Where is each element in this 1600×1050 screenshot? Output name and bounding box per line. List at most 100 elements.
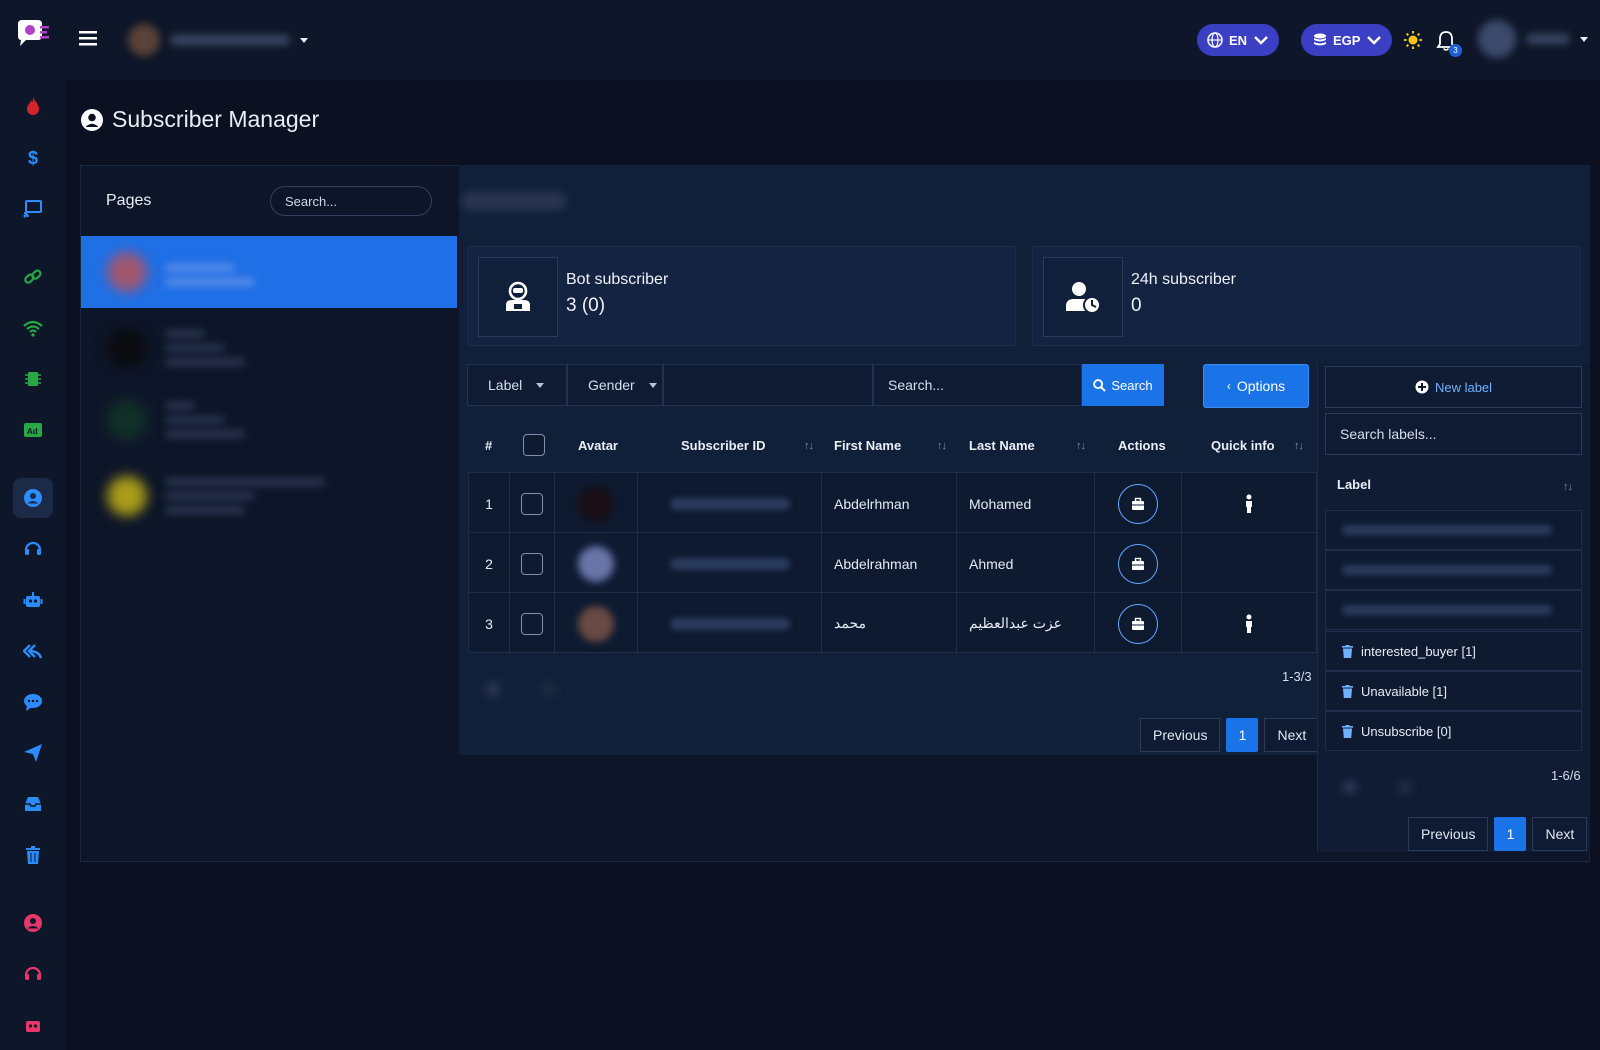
gender-filter-select[interactable]: Gender	[567, 364, 663, 406]
briefcase-button[interactable]	[1118, 543, 1158, 584]
trash-icon[interactable]	[1342, 684, 1353, 698]
label-column-header[interactable]: Label	[1337, 477, 1371, 492]
trash-icon[interactable]	[1342, 724, 1353, 738]
language-selector[interactable]: EN	[1197, 24, 1280, 56]
chevron-down-icon	[1367, 36, 1382, 45]
reply-all-icon[interactable]	[13, 631, 53, 671]
briefcase-button[interactable]	[1118, 603, 1158, 644]
label-item[interactable]	[1325, 590, 1582, 630]
page-name	[165, 478, 325, 486]
link-icon[interactable]	[13, 257, 53, 297]
wifi-icon[interactable]	[13, 308, 53, 348]
support-headset-icon[interactable]	[13, 954, 53, 994]
headset-icon[interactable]	[13, 529, 53, 569]
subscriber-search-input[interactable]	[873, 364, 1082, 406]
ad-icon[interactable]: Ad	[13, 410, 53, 450]
date-range-input[interactable]	[663, 364, 873, 406]
app-logo[interactable]	[14, 18, 52, 57]
label-item[interactable]	[1325, 510, 1582, 550]
gender-filter-text: Gender	[588, 377, 635, 393]
label-item[interactable]: Unavailable [1]	[1325, 671, 1582, 711]
svg-text:Ad: Ad	[27, 427, 38, 436]
pages-search-input[interactable]	[270, 186, 432, 216]
sort-icon[interactable]: ↑↓	[1076, 440, 1086, 452]
page-1-button[interactable]: 1	[1226, 718, 1259, 752]
cast-icon[interactable]	[13, 188, 53, 228]
col-quick-info[interactable]: Quick info	[1211, 420, 1275, 470]
page-meta	[165, 506, 245, 514]
robot-icon[interactable]	[13, 580, 53, 620]
comment-icon[interactable]	[13, 682, 53, 722]
table-row[interactable]: 3 محمد عزت عبدالعظيم	[468, 592, 1317, 654]
avatar	[578, 605, 614, 642]
label-filter-select[interactable]: Label	[467, 364, 567, 406]
page-avatar	[107, 328, 147, 368]
user-menu[interactable]	[1478, 20, 1588, 58]
account-switcher[interactable]	[128, 24, 308, 56]
bot-red-icon[interactable]	[13, 1005, 53, 1045]
row-avatar-cell	[555, 533, 638, 594]
send-icon[interactable]	[13, 733, 53, 773]
next-button[interactable]: Next	[1264, 718, 1320, 752]
row-checkbox[interactable]	[521, 612, 543, 635]
new-label-button[interactable]: New label	[1325, 366, 1582, 408]
page-list-item[interactable]	[81, 384, 457, 456]
quick-info-button[interactable]	[1182, 593, 1316, 654]
page-list-item[interactable]	[81, 460, 457, 532]
table-row[interactable]: 1 Abdelrhman Mohamed	[468, 472, 1317, 534]
label-item[interactable]: interested_buyer [1]	[1325, 631, 1582, 671]
dollar-icon[interactable]: $	[13, 137, 53, 177]
page-list-item[interactable]	[81, 236, 457, 308]
search-button[interactable]: Search	[1082, 364, 1164, 406]
sort-icon[interactable]: ↑↓	[937, 440, 947, 452]
page-name	[165, 330, 205, 338]
page-size-control[interactable]	[542, 682, 556, 696]
quick-info-button[interactable]	[1182, 473, 1316, 534]
label-item[interactable]: Unsubscribe [0]	[1325, 711, 1582, 751]
sort-icon[interactable]: ↑↓	[1563, 481, 1573, 493]
page-size-control[interactable]	[1343, 780, 1357, 794]
page-1-button[interactable]: 1	[1494, 817, 1527, 851]
options-button-label: Options	[1236, 378, 1286, 394]
subscriber-icon[interactable]	[13, 478, 53, 518]
fire-icon[interactable]	[13, 86, 53, 126]
menu-toggle[interactable]	[78, 28, 98, 48]
theme-toggle[interactable]	[1403, 30, 1423, 55]
row-checkbox[interactable]	[521, 552, 543, 575]
search-button-label: Search	[1111, 377, 1153, 393]
page-size-control[interactable]	[486, 682, 500, 696]
previous-button[interactable]: Previous	[1408, 817, 1489, 851]
label-item-text: Unavailable [1]	[1361, 683, 1447, 699]
label-search-input[interactable]	[1325, 413, 1582, 455]
new-label-text: New label	[1434, 379, 1493, 395]
previous-button[interactable]: Previous	[1140, 718, 1221, 752]
page-meta	[165, 278, 255, 286]
col-first-name[interactable]: First Name	[834, 420, 901, 470]
table-row[interactable]: 2 Abdelrahman Ahmed	[468, 532, 1317, 594]
page-avatar	[107, 400, 147, 440]
person-icon	[1246, 614, 1252, 633]
sun-icon	[1404, 31, 1422, 49]
trash-icon[interactable]	[13, 835, 53, 875]
col-last-name[interactable]: Last Name	[969, 420, 1035, 470]
row-checkbox[interactable]	[521, 492, 543, 515]
options-button[interactable]: ‹ Options	[1203, 364, 1309, 408]
inbox-icon[interactable]	[13, 784, 53, 824]
sort-icon[interactable]: ↑↓	[804, 440, 814, 452]
notifications-button[interactable]: 3	[1436, 30, 1464, 60]
trash-icon[interactable]	[1342, 644, 1353, 658]
briefcase-button[interactable]	[1118, 483, 1158, 524]
row-subscriber-id	[638, 593, 822, 654]
currency-selector[interactable]: EGP	[1301, 24, 1393, 56]
table-pagination: Previous 1 Next	[1140, 718, 1320, 752]
label-item[interactable]	[1325, 550, 1582, 590]
sort-icon[interactable]: ↑↓	[1294, 440, 1304, 452]
select-all-checkbox[interactable]	[523, 420, 545, 470]
col-subscriber-id[interactable]: Subscriber ID	[681, 420, 766, 470]
labels-pagination: Previous 1 Next	[1408, 817, 1588, 851]
next-button[interactable]: Next	[1532, 817, 1588, 851]
page-list-item[interactable]	[81, 312, 457, 384]
user-circle-icon[interactable]	[13, 903, 53, 943]
chip-icon[interactable]	[13, 359, 53, 399]
page-size-control[interactable]	[1398, 780, 1412, 794]
